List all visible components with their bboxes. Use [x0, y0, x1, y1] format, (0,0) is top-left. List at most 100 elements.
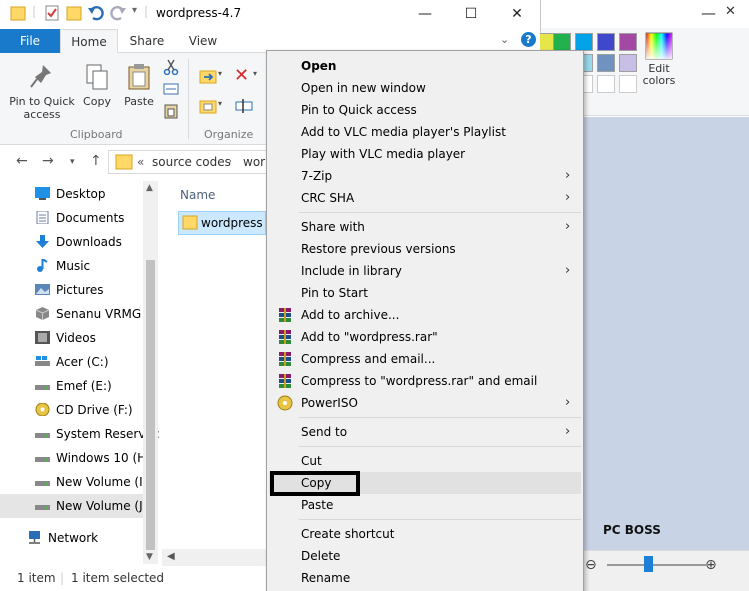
menu-item-include-library[interactable]: Include in library › [269, 260, 581, 282]
customize-toolbar-icon[interactable]: ▾ [132, 5, 137, 16]
sidebar-scrollbar-thumb[interactable] [146, 260, 155, 550]
window-title: wordpress-4.7 [156, 6, 242, 20]
sidebar-item-emef-e[interactable]: Emef (E:) [0, 374, 143, 398]
menu-item-add-rar[interactable]: Add to "wordpress.rar" [269, 326, 581, 348]
menu-item-open-new-window[interactable]: Open in new window [269, 77, 581, 99]
winrar-icon [279, 374, 291, 388]
forward-arrow-icon[interactable]: → [42, 153, 54, 169]
scroll-up-icon[interactable]: ▲ [146, 183, 153, 193]
redo-icon[interactable] [110, 5, 126, 21]
copy-button[interactable]: Copy [80, 63, 114, 108]
menu-item-compress-email[interactable]: Compress and email... [269, 348, 581, 370]
menu-item-share-with[interactable]: Share with › [269, 216, 581, 238]
scroll-down-icon[interactable]: ▼ [146, 552, 153, 562]
sidebar-item-desktop[interactable]: Desktop [0, 182, 143, 206]
menu-item-crc-sha[interactable]: CRC SHA › [269, 187, 581, 209]
tab-home[interactable]: Home [60, 29, 118, 53]
delete-icon[interactable]: ✕ [234, 65, 249, 86]
close-button[interactable]: ✕ [494, 2, 540, 26]
back-arrow-icon[interactable]: ← [16, 153, 28, 169]
move-to-dropdown-icon[interactable]: ▾ [218, 69, 222, 78]
color-swatch[interactable] [597, 33, 615, 51]
paste-icon [128, 64, 150, 90]
menu-item-paste[interactable]: Paste [269, 494, 581, 516]
tab-share[interactable]: Share [118, 29, 176, 53]
edit-colors-label: Edit colors [642, 62, 676, 87]
file-item-wordpress[interactable]: wordpress [178, 211, 266, 235]
menu-item-open[interactable]: Open [269, 55, 581, 77]
breadcrumb-wordpress[interactable]: wor [243, 155, 265, 169]
horizontal-scrollbar[interactable]: ◀ [162, 549, 266, 566]
folder-icon [10, 6, 26, 21]
rename-icon[interactable] [234, 97, 254, 115]
cut-icon[interactable] [163, 59, 179, 75]
zoom-slider[interactable] [607, 564, 707, 566]
menu-item-restore-previous[interactable]: Restore previous versions [269, 238, 581, 260]
menu-item-vlc-play[interactable]: Play with VLC media player [269, 143, 581, 165]
new-folder-icon[interactable] [66, 5, 82, 21]
minimize-button[interactable]: — [402, 2, 448, 26]
menu-item-rename[interactable]: Rename [269, 567, 581, 589]
menu-item-pin-quick-access[interactable]: Pin to Quick access [269, 99, 581, 121]
color-swatch[interactable] [575, 33, 593, 51]
pin-to-quick-access-button[interactable]: Pin to Quick access [6, 63, 78, 121]
zoom-slider-thumb[interactable] [644, 556, 653, 572]
color-swatch[interactable] [619, 75, 637, 93]
edit-colors-button[interactable]: Edit colors [641, 32, 677, 87]
sidebar-item-music[interactable]: Music [0, 254, 143, 278]
sidebar-item-acer-c[interactable]: Acer (C:) [0, 350, 143, 374]
sidebar-item-downloads[interactable]: Downloads [0, 230, 143, 254]
undo-icon[interactable] [88, 5, 104, 21]
sidebar-item-system-reserved[interactable]: System Reservec [0, 422, 159, 446]
copy-highlight-box [270, 471, 360, 496]
copy-path-icon[interactable] [163, 82, 179, 96]
sidebar-item-cd-drive-f[interactable]: CD Drive (F:) [0, 398, 143, 422]
zoom-out-icon[interactable]: ⊖ [585, 557, 597, 573]
up-arrow-icon[interactable]: ↑ [90, 153, 102, 169]
menu-item-7zip[interactable]: 7-Zip › [269, 165, 581, 187]
menu-item-vlc-playlist[interactable]: Add to VLC media player's Playlist [269, 121, 581, 143]
sidebar-item-new-volume-j[interactable]: New Volume (J:) [0, 494, 151, 518]
color-swatch[interactable] [553, 33, 571, 51]
menu-item-compress-rar-email[interactable]: Compress to "wordpress.rar" and email [269, 370, 581, 392]
sidebar-item-pictures[interactable]: Pictures [0, 278, 143, 302]
menu-item-add-archive[interactable]: Add to archive... [269, 304, 581, 326]
delete-dropdown-icon[interactable]: ▾ [253, 69, 257, 78]
tab-file[interactable]: File [0, 29, 60, 53]
tab-view[interactable]: View [176, 29, 230, 53]
color-swatch[interactable] [597, 75, 615, 93]
sidebar-item-windows-10-h[interactable]: Windows 10 (H:) [0, 446, 155, 470]
column-header-name[interactable]: Name [180, 188, 215, 202]
sidebar-item-network[interactable]: Network [0, 526, 143, 550]
minimize-button[interactable]: — [701, 4, 716, 22]
close-button[interactable]: ✕ [725, 4, 736, 19]
maximize-button[interactable]: ☐ [448, 2, 494, 26]
recent-locations-icon[interactable]: ▾ [70, 157, 75, 167]
menu-item-create-shortcut[interactable]: Create shortcut [269, 523, 581, 545]
menu-item-poweriso[interactable]: PowerISO › [269, 392, 581, 414]
color-swatch[interactable] [597, 54, 615, 72]
move-to-icon[interactable] [198, 67, 220, 85]
breadcrumb-chevron-icon[interactable]: › [228, 156, 232, 167]
sidebar-item-videos[interactable]: Videos [0, 326, 143, 350]
paste-button[interactable]: Paste [122, 63, 156, 108]
ribbon-collapse-icon[interactable]: ⌄ [500, 33, 509, 46]
breadcrumb-overflow[interactable]: « [137, 155, 144, 169]
copy-to-icon[interactable] [198, 97, 220, 115]
color-swatch[interactable] [619, 54, 637, 72]
paste-shortcut-icon[interactable] [163, 103, 179, 119]
winrar-icon [279, 330, 291, 344]
menu-item-delete[interactable]: Delete [269, 545, 581, 567]
sidebar-item-new-volume-i[interactable]: New Volume (I:) [0, 470, 151, 494]
sidebar-item-senanu-vrmg[interactable]: Senanu VRMG [0, 302, 143, 326]
color-swatch[interactable] [619, 33, 637, 51]
menu-item-send-to[interactable]: Send to › [269, 421, 581, 443]
copy-to-dropdown-icon[interactable]: ▾ [218, 99, 222, 108]
help-icon[interactable]: ? [521, 32, 536, 47]
menu-item-pin-start[interactable]: Pin to Start [269, 282, 581, 304]
properties-icon[interactable] [44, 5, 60, 21]
scroll-left-icon[interactable]: ◀ [167, 551, 175, 562]
breadcrumb-source-codes[interactable]: source codes [152, 155, 231, 169]
sidebar-item-documents[interactable]: Documents [0, 206, 143, 230]
menu-item-cut[interactable]: Cut [269, 450, 581, 472]
